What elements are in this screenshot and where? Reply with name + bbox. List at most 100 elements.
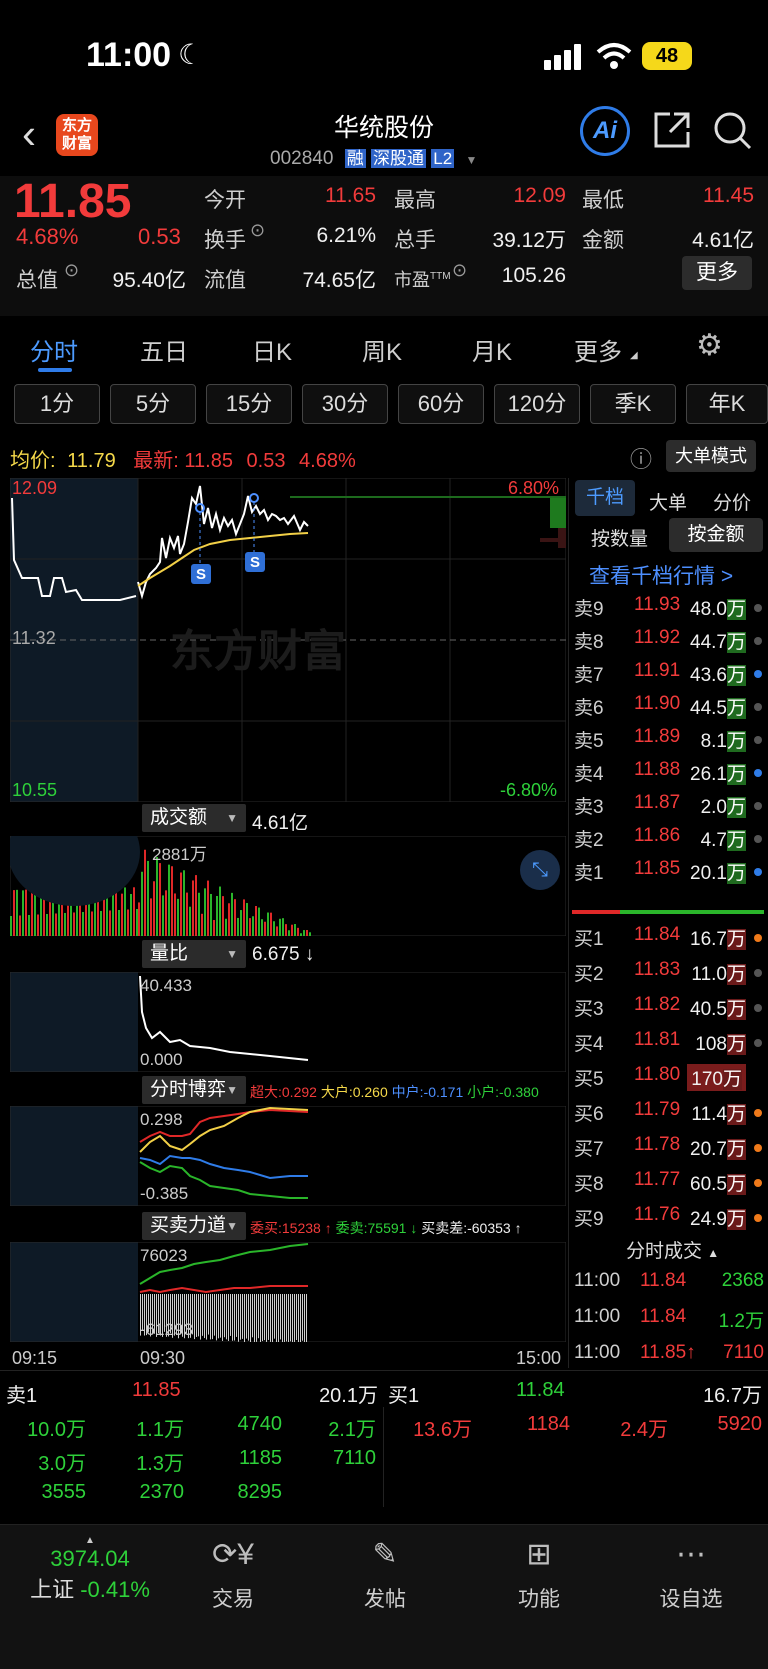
amount-bars <box>10 836 566 936</box>
amount-bar <box>285 924 287 936</box>
ob-tab-thousand[interactable]: 千档 <box>575 480 635 516</box>
queue-sell-cell: 1185 <box>238 1447 282 1469</box>
ai-label: Ai <box>593 117 617 144</box>
sell-row[interactable]: 卖4 11.88 26.1万 <box>572 759 768 789</box>
amount-bar <box>46 913 48 936</box>
buy-row[interactable]: 买1 11.84 16.7万 <box>572 924 768 954</box>
sell-row[interactable]: 卖8 11.92 44.7万 <box>572 627 768 657</box>
amount-bar <box>297 927 299 936</box>
buy-row[interactable]: 买3 11.82 40.5万 <box>572 994 768 1024</box>
index-ticker[interactable]: ▲ 3974.04 上证 -0.41% <box>20 1535 160 1604</box>
tab-monthly[interactable]: 月K <box>472 332 512 367</box>
buy-row[interactable]: 买2 11.83 11.0万 <box>572 959 768 989</box>
grid-icon: ⊞ <box>526 1538 552 1571</box>
time-axis-close: 15:00 <box>516 1348 562 1368</box>
force-bar <box>226 1294 227 1340</box>
force-panel-selector[interactable]: 买卖力道 ▼ <box>142 1212 246 1240</box>
sell-row[interactable]: 卖2 11.86 4.7万 <box>572 825 768 855</box>
queue-sell-cell: 1.3万 <box>136 1453 184 1475</box>
pe-info-icon[interactable]: ⊙ <box>452 260 467 281</box>
buy-volume: 170万 <box>687 1064 746 1091</box>
buy-row[interactable]: 买5 11.80 170万 <box>572 1064 768 1094</box>
tick-price: 11.84 <box>640 1306 687 1327</box>
current-price: 11.85 <box>14 175 132 228</box>
nav-function[interactable]: ⊞ 功能 <box>484 1525 594 1613</box>
ticks-title[interactable]: 分时成交 ▲ <box>626 1236 719 1263</box>
buy-row[interactable]: 买4 11.81 108万 <box>572 1029 768 1059</box>
period-year[interactable]: 年K <box>686 384 768 424</box>
sell-vol-number: 48.0 <box>690 599 727 620</box>
more-dots-icon[interactable]: ⊙ <box>250 220 265 241</box>
nav-post[interactable]: ✎ 发帖 <box>330 1525 440 1613</box>
buy-row[interactable]: 买9 11.76 24.9万 <box>572 1204 768 1234</box>
force-bar <box>230 1294 231 1336</box>
ob-sort-amount[interactable]: 按金额 <box>669 518 763 552</box>
period-quarter[interactable]: 季K <box>590 384 676 424</box>
pe-sup: TTM <box>430 271 451 282</box>
tab-more[interactable]: 更多 <box>574 332 622 367</box>
tab-weekly[interactable]: 周K <box>362 332 402 367</box>
amount-bar <box>115 887 117 936</box>
period-5min[interactable]: 5分 <box>110 384 196 424</box>
period-30min[interactable]: 30分 <box>302 384 388 424</box>
nav-watchlist[interactable]: ⋯ 设自选 <box>636 1525 746 1613</box>
pe-value: 105.26 <box>501 264 566 287</box>
stock-code-row[interactable]: 002840 融 深股通 L2 ▼ <box>270 144 477 170</box>
tab-daily[interactable]: 日K <box>252 332 292 367</box>
tab-intraday[interactable]: 分时 <box>30 332 78 367</box>
share-icon[interactable] <box>652 110 692 150</box>
force-bar <box>214 1294 215 1336</box>
ratio-chart <box>10 972 566 1072</box>
search-icon[interactable] <box>712 110 754 152</box>
big-order-mode-button[interactable]: 大单模式 <box>666 440 756 472</box>
period-60min[interactable]: 60分 <box>398 384 484 424</box>
amount-bar <box>306 930 308 936</box>
more-button[interactable]: 更多 <box>682 256 752 290</box>
tick-volume: 2368 <box>721 1270 764 1291</box>
amount-bar <box>127 909 129 936</box>
game-panel-selector[interactable]: 分时博弈 ▼ <box>142 1076 246 1104</box>
force-legend: 委买:15238 ↑ 委卖:75591 ↓ 买卖差:-60353 ↑ <box>250 1218 522 1238</box>
amount-bar <box>255 906 257 936</box>
ai-button[interactable]: Ai <box>580 106 630 156</box>
period-15min[interactable]: 15分 <box>206 384 292 424</box>
sell-row[interactable]: 卖6 11.90 44.5万 <box>572 693 768 723</box>
sell-row[interactable]: 卖3 11.87 2.0万 <box>572 792 768 822</box>
amount-bar <box>231 892 233 936</box>
force-bar <box>202 1294 203 1336</box>
tab-5day[interactable]: 五日 <box>140 332 188 367</box>
s-label-1[interactable]: S <box>191 566 211 583</box>
ob-sort-qty[interactable]: 按数量 <box>591 524 648 551</box>
settings-gear-icon[interactable]: ⚙ <box>696 328 723 363</box>
sell-row[interactable]: 卖1 11.85 20.1万 <box>572 858 768 888</box>
pct-bot-label: -6.80% <box>500 780 558 800</box>
intraday-chart[interactable]: 东方财富 <box>10 478 566 802</box>
ob-tab-price[interactable]: 分价 <box>713 488 751 515</box>
sell-row[interactable]: 卖5 11.89 8.1万 <box>572 726 768 756</box>
period-1min[interactable]: 1分 <box>14 384 100 424</box>
force-bar <box>260 1294 261 1342</box>
force-bar <box>266 1294 267 1342</box>
caret-up-icon: ▲ <box>707 1246 720 1260</box>
ratio-panel-selector[interactable]: 量比 ▼ <box>142 940 246 968</box>
buy-row[interactable]: 买8 11.77 60.5万 <box>572 1169 768 1199</box>
sell-row[interactable]: 卖7 11.91 43.6万 <box>572 660 768 690</box>
amount-bar <box>25 889 27 936</box>
buy-vol-number: 24.9 <box>690 1209 727 1230</box>
sell-volume: 2.0万 <box>701 792 746 819</box>
help-icon[interactable]: ⓘ <box>630 442 652 474</box>
buy-row[interactable]: 买6 11.79 11.4万 <box>572 1099 768 1129</box>
nav-trade[interactable]: ⟳¥ 交易 <box>178 1525 288 1613</box>
s-label-2[interactable]: S <box>245 554 265 571</box>
amount-panel-selector[interactable]: 成交额 ▼ <box>142 804 246 832</box>
sell-row[interactable]: 卖9 11.93 48.0万 <box>572 594 768 624</box>
index-change: -0.41% <box>80 1577 150 1602</box>
ob-link[interactable]: 查看千档行情 > <box>589 560 733 590</box>
amount-bar <box>153 881 155 936</box>
buy-row[interactable]: 买7 11.78 20.7万 <box>572 1134 768 1164</box>
ob-tab-big[interactable]: 大单 <box>649 488 687 515</box>
info-dots-icon[interactable]: ⊙ <box>64 260 79 281</box>
expand-icon[interactable]: ⤡ <box>520 850 560 890</box>
period-120min[interactable]: 120分 <box>494 384 580 424</box>
buy-volume: 24.9万 <box>690 1204 746 1231</box>
